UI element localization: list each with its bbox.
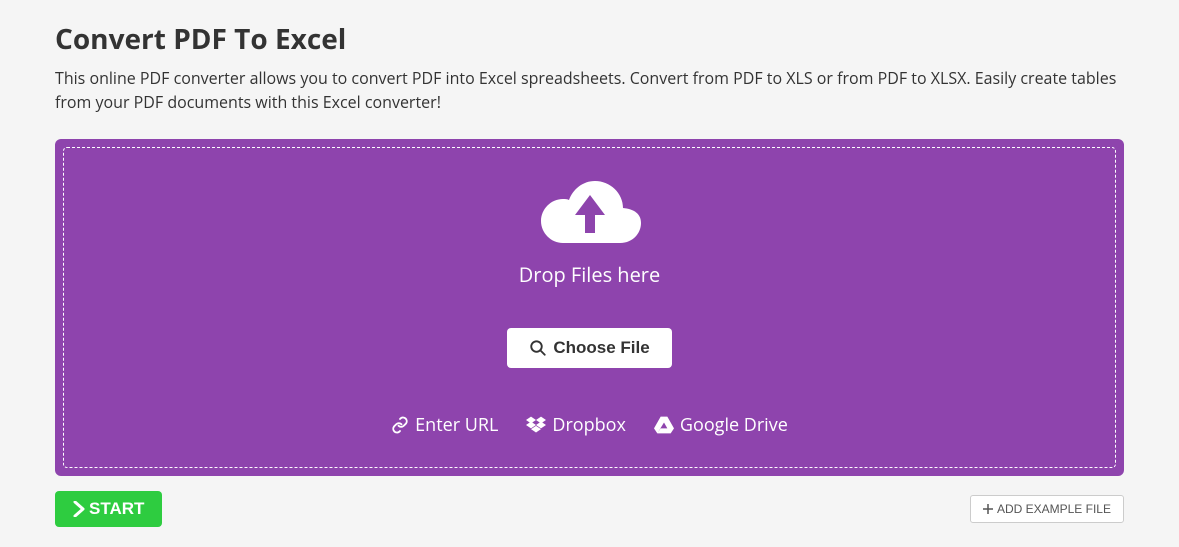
plus-icon xyxy=(983,504,993,514)
dropbox-option[interactable]: Dropbox xyxy=(526,413,626,437)
file-dropzone[interactable]: Drop Files here Choose File Enter URL xyxy=(55,139,1124,476)
source-options: Enter URL Dropbox Google Drive xyxy=(84,413,1095,437)
enter-url-option[interactable]: Enter URL xyxy=(391,413,498,437)
add-example-label: ADD EXAMPLE FILE xyxy=(997,502,1111,516)
add-example-file-button[interactable]: ADD EXAMPLE FILE xyxy=(970,495,1124,523)
choose-file-button[interactable]: Choose File xyxy=(507,328,671,368)
google-drive-label: Google Drive xyxy=(680,413,788,437)
choose-file-label: Choose File xyxy=(553,338,649,358)
dropbox-label: Dropbox xyxy=(552,413,626,437)
start-button[interactable]: START xyxy=(55,491,162,527)
bottom-action-bar: START ADD EXAMPLE FILE xyxy=(55,491,1124,527)
link-icon xyxy=(391,416,409,434)
enter-url-label: Enter URL xyxy=(415,413,498,437)
dropzone-inner: Drop Files here Choose File Enter URL xyxy=(63,147,1116,468)
google-drive-option[interactable]: Google Drive xyxy=(654,413,788,437)
drop-files-label: Drop Files here xyxy=(84,261,1095,288)
search-icon xyxy=(529,339,547,357)
dropbox-icon xyxy=(526,416,546,434)
chevron-right-icon xyxy=(73,501,85,517)
page-description: This online PDF converter allows you to … xyxy=(55,66,1124,114)
page-title: Convert PDF To Excel xyxy=(55,20,1124,58)
google-drive-icon xyxy=(654,416,674,434)
cloud-upload-icon xyxy=(535,173,645,253)
start-label: START xyxy=(89,499,144,519)
